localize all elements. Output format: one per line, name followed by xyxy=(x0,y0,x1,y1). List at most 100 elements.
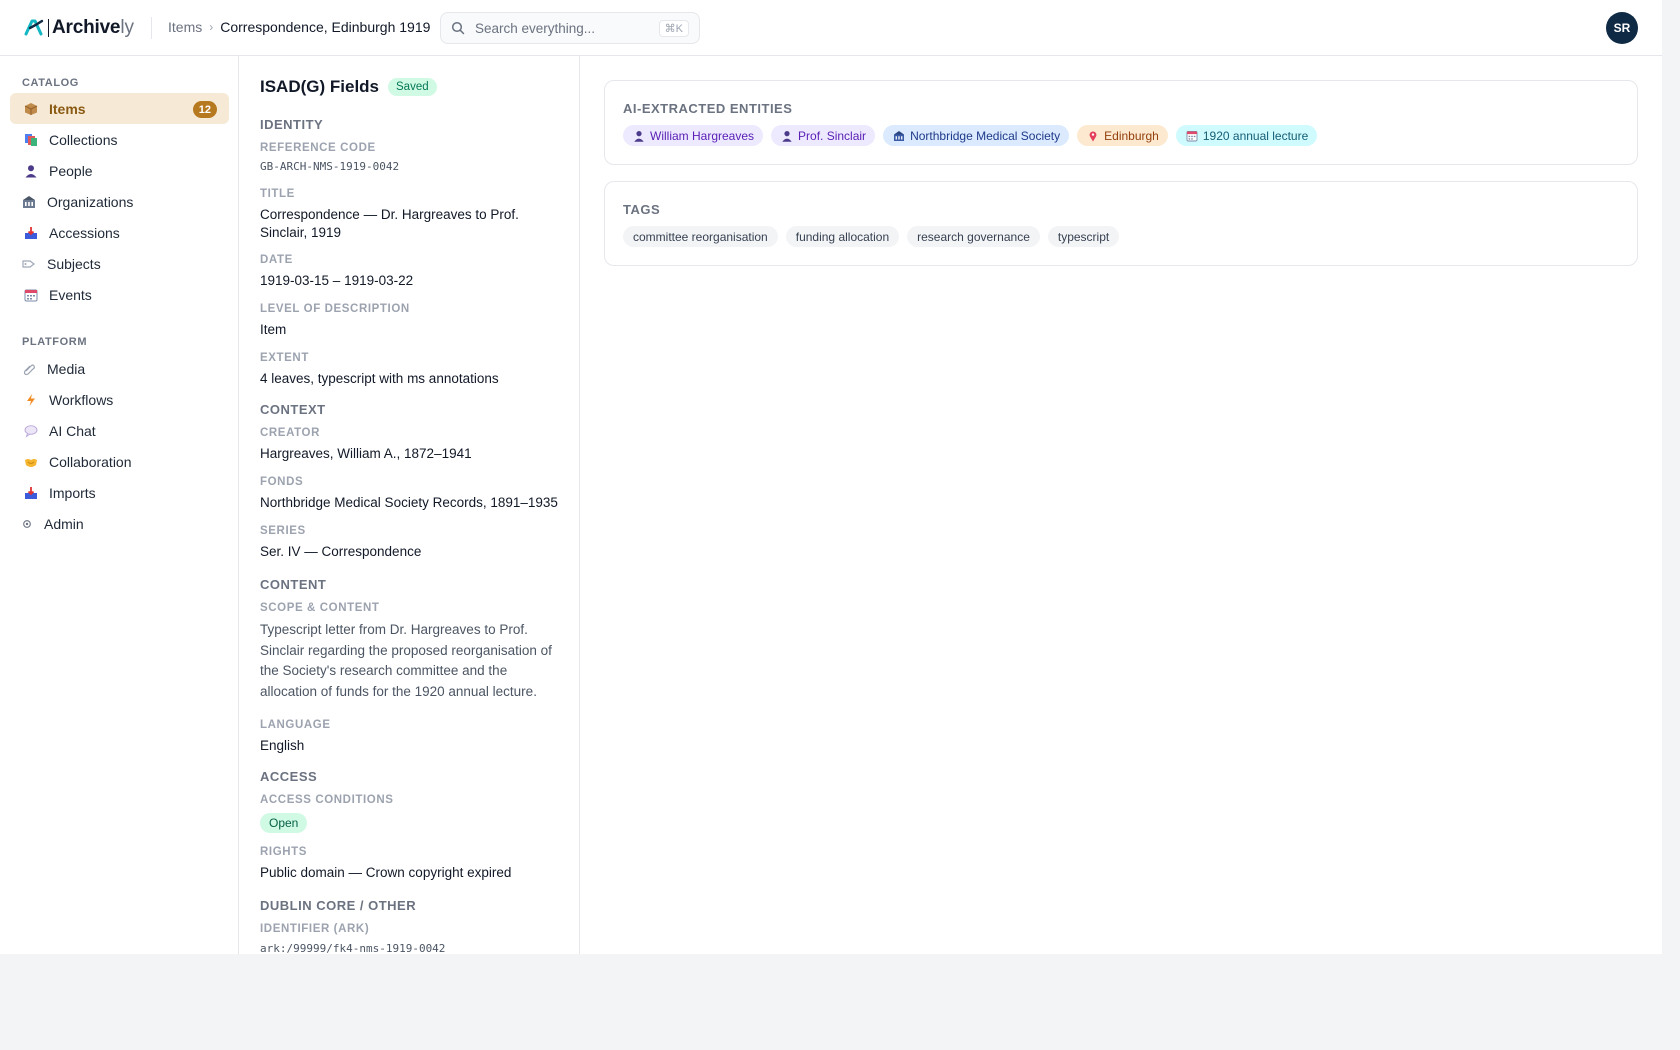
entity-chip-event[interactable]: 1920 annual lecture xyxy=(1175,125,1318,146)
box-icon xyxy=(24,102,38,116)
items-count-badge: 12 xyxy=(192,101,217,118)
sidebar-item-media[interactable]: Media xyxy=(10,353,229,384)
breadcrumb-current: Correspondence, Edinburgh 1919 xyxy=(220,19,431,35)
entity-chip-label: Northbridge Medical Society xyxy=(910,128,1061,143)
search-shortcut-hint: ⌘K xyxy=(658,19,689,37)
entity-chip-label: 1920 annual lecture xyxy=(1202,128,1309,143)
person-icon xyxy=(781,130,793,142)
entity-chip-person[interactable]: Prof. Sinclair xyxy=(771,125,876,146)
field-label-reference-code: REFERENCE CODE xyxy=(260,142,376,154)
sidebar-item-ai-chat[interactable]: AI Chat xyxy=(10,415,229,446)
field-label-title: TITLE xyxy=(260,188,295,200)
tag-chip[interactable]: typescript xyxy=(1047,226,1120,247)
sidebar-item-label: Organizations xyxy=(47,193,134,210)
paperclip-icon xyxy=(22,362,36,376)
sidebar-item-items[interactable]: Items 12 xyxy=(10,93,229,124)
chat-bubble-icon xyxy=(24,424,38,438)
field-label-identifier: IDENTIFIER (ARK) xyxy=(260,923,370,935)
field-label-creator: CREATOR xyxy=(260,427,320,439)
field-value-level[interactable]: Item xyxy=(260,321,560,339)
sidebar-item-admin[interactable]: Admin xyxy=(10,508,229,539)
sidebar-item-label: Admin xyxy=(44,515,84,532)
field-value-date[interactable]: 1919-03-15 – 1919-03-22 xyxy=(260,272,560,290)
entity-chip-label: Edinburgh xyxy=(1104,128,1159,143)
tags-card: TAGS committee reorganisation funding al… xyxy=(604,181,1638,266)
search-icon xyxy=(451,21,465,35)
logo-mark-icon xyxy=(22,16,46,40)
app-window: Archive ly Items › Correspondence, Edinbu… xyxy=(0,0,1662,954)
entity-chip-organization[interactable]: Northbridge Medical Society xyxy=(883,125,1070,146)
field-value-series[interactable]: Ser. IV — Correspondence xyxy=(260,543,560,561)
entity-chip-place[interactable]: Edinburgh xyxy=(1077,125,1168,146)
logo-divider xyxy=(48,19,49,37)
sidebar-item-accessions[interactable]: Accessions xyxy=(10,217,229,248)
field-value-scope[interactable]: Typescript letter from Dr. Hargreaves to… xyxy=(260,620,560,702)
header-divider xyxy=(151,17,152,39)
group-heading-content: CONTENT xyxy=(260,577,327,592)
import-tray-icon xyxy=(24,486,38,500)
sidebar-item-collaboration[interactable]: Collaboration xyxy=(10,446,229,477)
field-label-language: LANGUAGE xyxy=(260,719,331,731)
global-search-box[interactable]: Search everything... ⌘K xyxy=(440,12,700,44)
access-open-badge[interactable]: Open xyxy=(260,813,308,833)
tag-chip[interactable]: funding allocation xyxy=(785,226,900,247)
sidebar-item-imports[interactable]: Imports xyxy=(10,477,229,508)
field-label-extent: EXTENT xyxy=(260,352,309,364)
tag-icon xyxy=(22,257,36,271)
sidebar-item-label: AI Chat xyxy=(49,422,96,439)
logo-wordmark-suffix: ly xyxy=(120,17,135,38)
ai-entities-card: AI-EXTRACTED ENTITIES William Hargreaves… xyxy=(604,80,1638,165)
field-value-identifier[interactable]: ark:/99999/fk4-nms-1919-0042 xyxy=(260,940,560,954)
search-input[interactable]: Search everything... xyxy=(475,21,659,36)
sidebar-section-platform: PLATFORM xyxy=(22,336,88,348)
field-value-fonds[interactable]: Northbridge Medical Society Records, 189… xyxy=(260,494,560,512)
calendar-icon xyxy=(24,288,38,302)
sidebar-item-collections[interactable]: Collections xyxy=(10,124,229,155)
user-avatar[interactable]: SR xyxy=(1606,12,1638,44)
building-icon xyxy=(893,130,905,142)
field-label-rights: RIGHTS xyxy=(260,846,308,858)
sidebar: CATALOG Items 12 Collections People Orga… xyxy=(0,56,239,954)
archively-logo[interactable]: Archive ly xyxy=(22,15,134,41)
field-value-title[interactable]: Correspondence — Dr. Hargreaves to Prof.… xyxy=(260,206,560,242)
sidebar-item-label: Media xyxy=(47,360,86,377)
building-icon xyxy=(22,195,36,209)
breadcrumb-separator: › xyxy=(209,20,214,34)
tags-card-title: TAGS xyxy=(623,202,661,217)
map-pin-icon xyxy=(1087,130,1099,142)
entity-chip-person[interactable]: William Hargreaves xyxy=(623,125,764,146)
group-heading-access: ACCESS xyxy=(260,769,318,784)
sidebar-item-label: Items xyxy=(49,100,86,117)
field-value-reference-code[interactable]: GB-ARCH-NMS-1919-0042 xyxy=(260,158,560,176)
breadcrumb-items-link[interactable]: Items xyxy=(168,19,202,35)
sidebar-item-people[interactable]: People xyxy=(10,155,229,186)
entity-chip-list: William Hargreaves Prof. Sinclair Northb… xyxy=(623,125,1318,146)
calendar-icon xyxy=(1186,130,1198,142)
person-icon xyxy=(633,130,645,142)
field-label-fonds: FONDS xyxy=(260,476,304,488)
sidebar-item-workflows[interactable]: Workflows xyxy=(10,384,229,415)
sidebar-item-label: Imports xyxy=(49,484,96,501)
field-value-extent[interactable]: 4 leaves, typescript with ms annotations xyxy=(260,370,560,388)
group-heading-context: CONTEXT xyxy=(260,402,326,417)
field-value-creator[interactable]: Hargreaves, William A., 1872–1941 xyxy=(260,445,560,463)
sidebar-item-label: People xyxy=(49,162,93,179)
tag-chip[interactable]: research governance xyxy=(907,226,1040,247)
breadcrumb: Items › Correspondence, Edinburgh 1919 xyxy=(168,19,430,35)
tag-chip[interactable]: committee reorganisation xyxy=(623,226,778,247)
sidebar-item-organizations[interactable]: Organizations xyxy=(10,186,229,217)
logo-wordmark: Archive xyxy=(52,17,121,38)
sidebar-item-label: Workflows xyxy=(49,391,114,408)
field-value-rights[interactable]: Public domain — Crown copyright expired xyxy=(260,864,560,882)
sidebar-item-label: Collections xyxy=(49,131,118,148)
field-value-language[interactable]: English xyxy=(260,737,560,755)
isad-fields-panel: ISAD(G) Fields Saved IDENTITY REFERENCE … xyxy=(240,56,580,954)
entity-chip-label: Prof. Sinclair xyxy=(798,128,867,143)
lightning-icon xyxy=(24,393,38,407)
inbox-icon xyxy=(24,226,38,240)
gear-icon xyxy=(22,517,32,531)
sidebar-item-events[interactable]: Events xyxy=(10,279,229,310)
field-label-level: LEVEL OF DESCRIPTION xyxy=(260,303,410,315)
field-label-date: DATE xyxy=(260,254,293,266)
sidebar-item-subjects[interactable]: Subjects xyxy=(10,248,229,279)
